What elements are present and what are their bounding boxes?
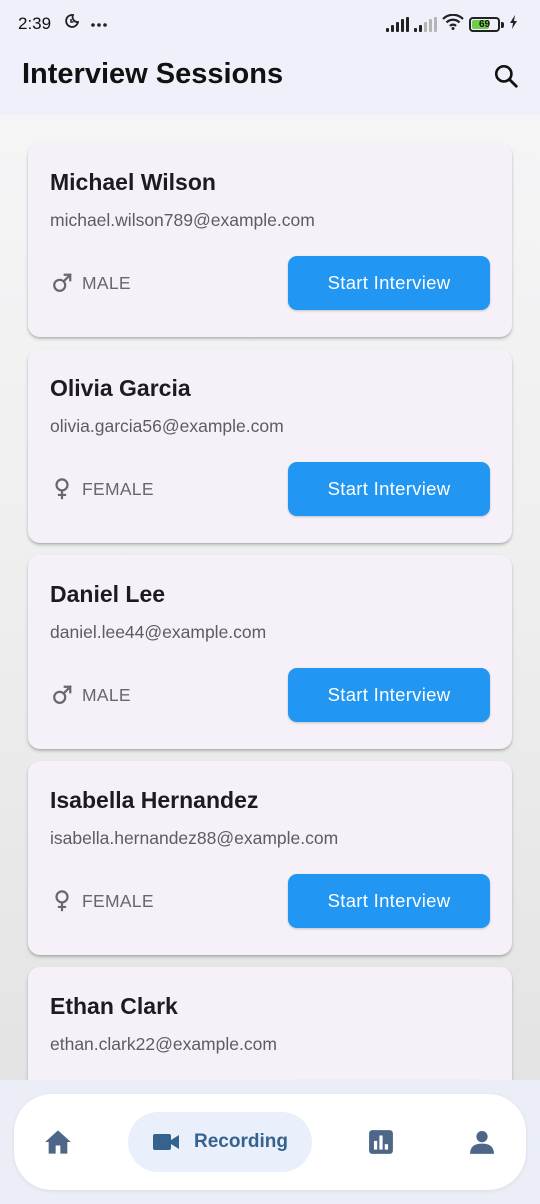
candidate-card: Michael Wilson michael.wilson789@example… <box>28 143 512 337</box>
bottom-nav-area: Recording <box>0 1080 540 1204</box>
female-icon <box>50 477 74 501</box>
nav-recording[interactable]: Recording <box>128 1112 312 1172</box>
candidate-name: Michael Wilson <box>50 169 216 195</box>
start-interview-button[interactable]: Start Interview <box>288 462 490 516</box>
candidate-email: daniel.lee44@example.com <box>50 622 267 642</box>
person-icon <box>470 1130 494 1154</box>
female-icon <box>50 889 74 913</box>
bar-chart-icon <box>369 1130 393 1154</box>
candidate-email: ethan.clark22@example.com <box>50 1034 277 1054</box>
signal-icon <box>386 17 409 32</box>
search-button[interactable] <box>490 60 522 92</box>
candidate-card: Olivia Garcia olivia.garcia56@example.co… <box>28 349 512 543</box>
nav-recording-label: Recording <box>194 1131 288 1152</box>
gender-label: MALE <box>82 272 131 293</box>
male-icon <box>50 271 74 295</box>
start-interview-button[interactable]: Start Interview <box>288 874 490 928</box>
nav-home[interactable] <box>36 1112 80 1172</box>
candidate-name: Isabella Hernandez <box>50 787 259 813</box>
search-icon <box>494 64 518 88</box>
start-interview-button[interactable]: Start Interview <box>288 668 490 722</box>
status-right-icons: 69 <box>386 13 518 35</box>
candidate-card: Isabella Hernandez isabella.hernandez88@… <box>28 761 512 955</box>
candidate-card: Daniel Lee daniel.lee44@example.com MALE… <box>28 555 512 749</box>
home-icon <box>45 1130 71 1154</box>
candidate-name: Daniel Lee <box>50 581 166 607</box>
candidate-name: Olivia Garcia <box>50 375 191 401</box>
moon-clock-icon <box>64 13 80 34</box>
more-dots-icon <box>90 15 108 33</box>
status-time: 2:39 <box>18 14 52 33</box>
candidate-email: michael.wilson789@example.com <box>50 210 315 230</box>
candidate-email: olivia.garcia56@example.com <box>50 416 284 436</box>
candidate-gender: FEMALE <box>50 477 154 501</box>
gender-label: MALE <box>82 684 131 705</box>
wifi-icon <box>442 13 464 35</box>
male-icon <box>50 683 74 707</box>
page-title: Interview Sessions <box>22 58 284 90</box>
candidate-gender: MALE <box>50 271 131 295</box>
videocam-icon <box>153 1134 180 1150</box>
candidate-email: isabella.hernandez88@example.com <box>50 828 339 848</box>
start-interview-button[interactable]: Start Interview <box>288 256 490 310</box>
status-left-icons <box>64 13 108 34</box>
candidate-name: Ethan Clark <box>50 993 178 1019</box>
bottom-nav: Recording <box>14 1094 526 1190</box>
candidate-gender: FEMALE <box>50 889 154 913</box>
battery-nub <box>501 21 504 28</box>
battery-percent: 69 <box>478 19 491 30</box>
charging-icon <box>509 15 518 34</box>
app-bar: Interview Sessions <box>0 50 540 115</box>
candidate-list[interactable]: Michael Wilson michael.wilson789@example… <box>0 115 540 1080</box>
candidate-card: Ethan Clark ethan.clark22@example.com MA… <box>28 967 512 1080</box>
status-bar: 2:39 69 <box>0 0 540 50</box>
nav-analytics[interactable] <box>359 1112 403 1172</box>
candidate-gender: MALE <box>50 683 131 707</box>
gender-label: FEMALE <box>82 890 154 911</box>
battery-icon: 69 <box>469 17 500 32</box>
signal-weak-icon <box>414 17 437 32</box>
gender-label: FEMALE <box>82 478 154 499</box>
nav-profile[interactable] <box>460 1112 504 1172</box>
